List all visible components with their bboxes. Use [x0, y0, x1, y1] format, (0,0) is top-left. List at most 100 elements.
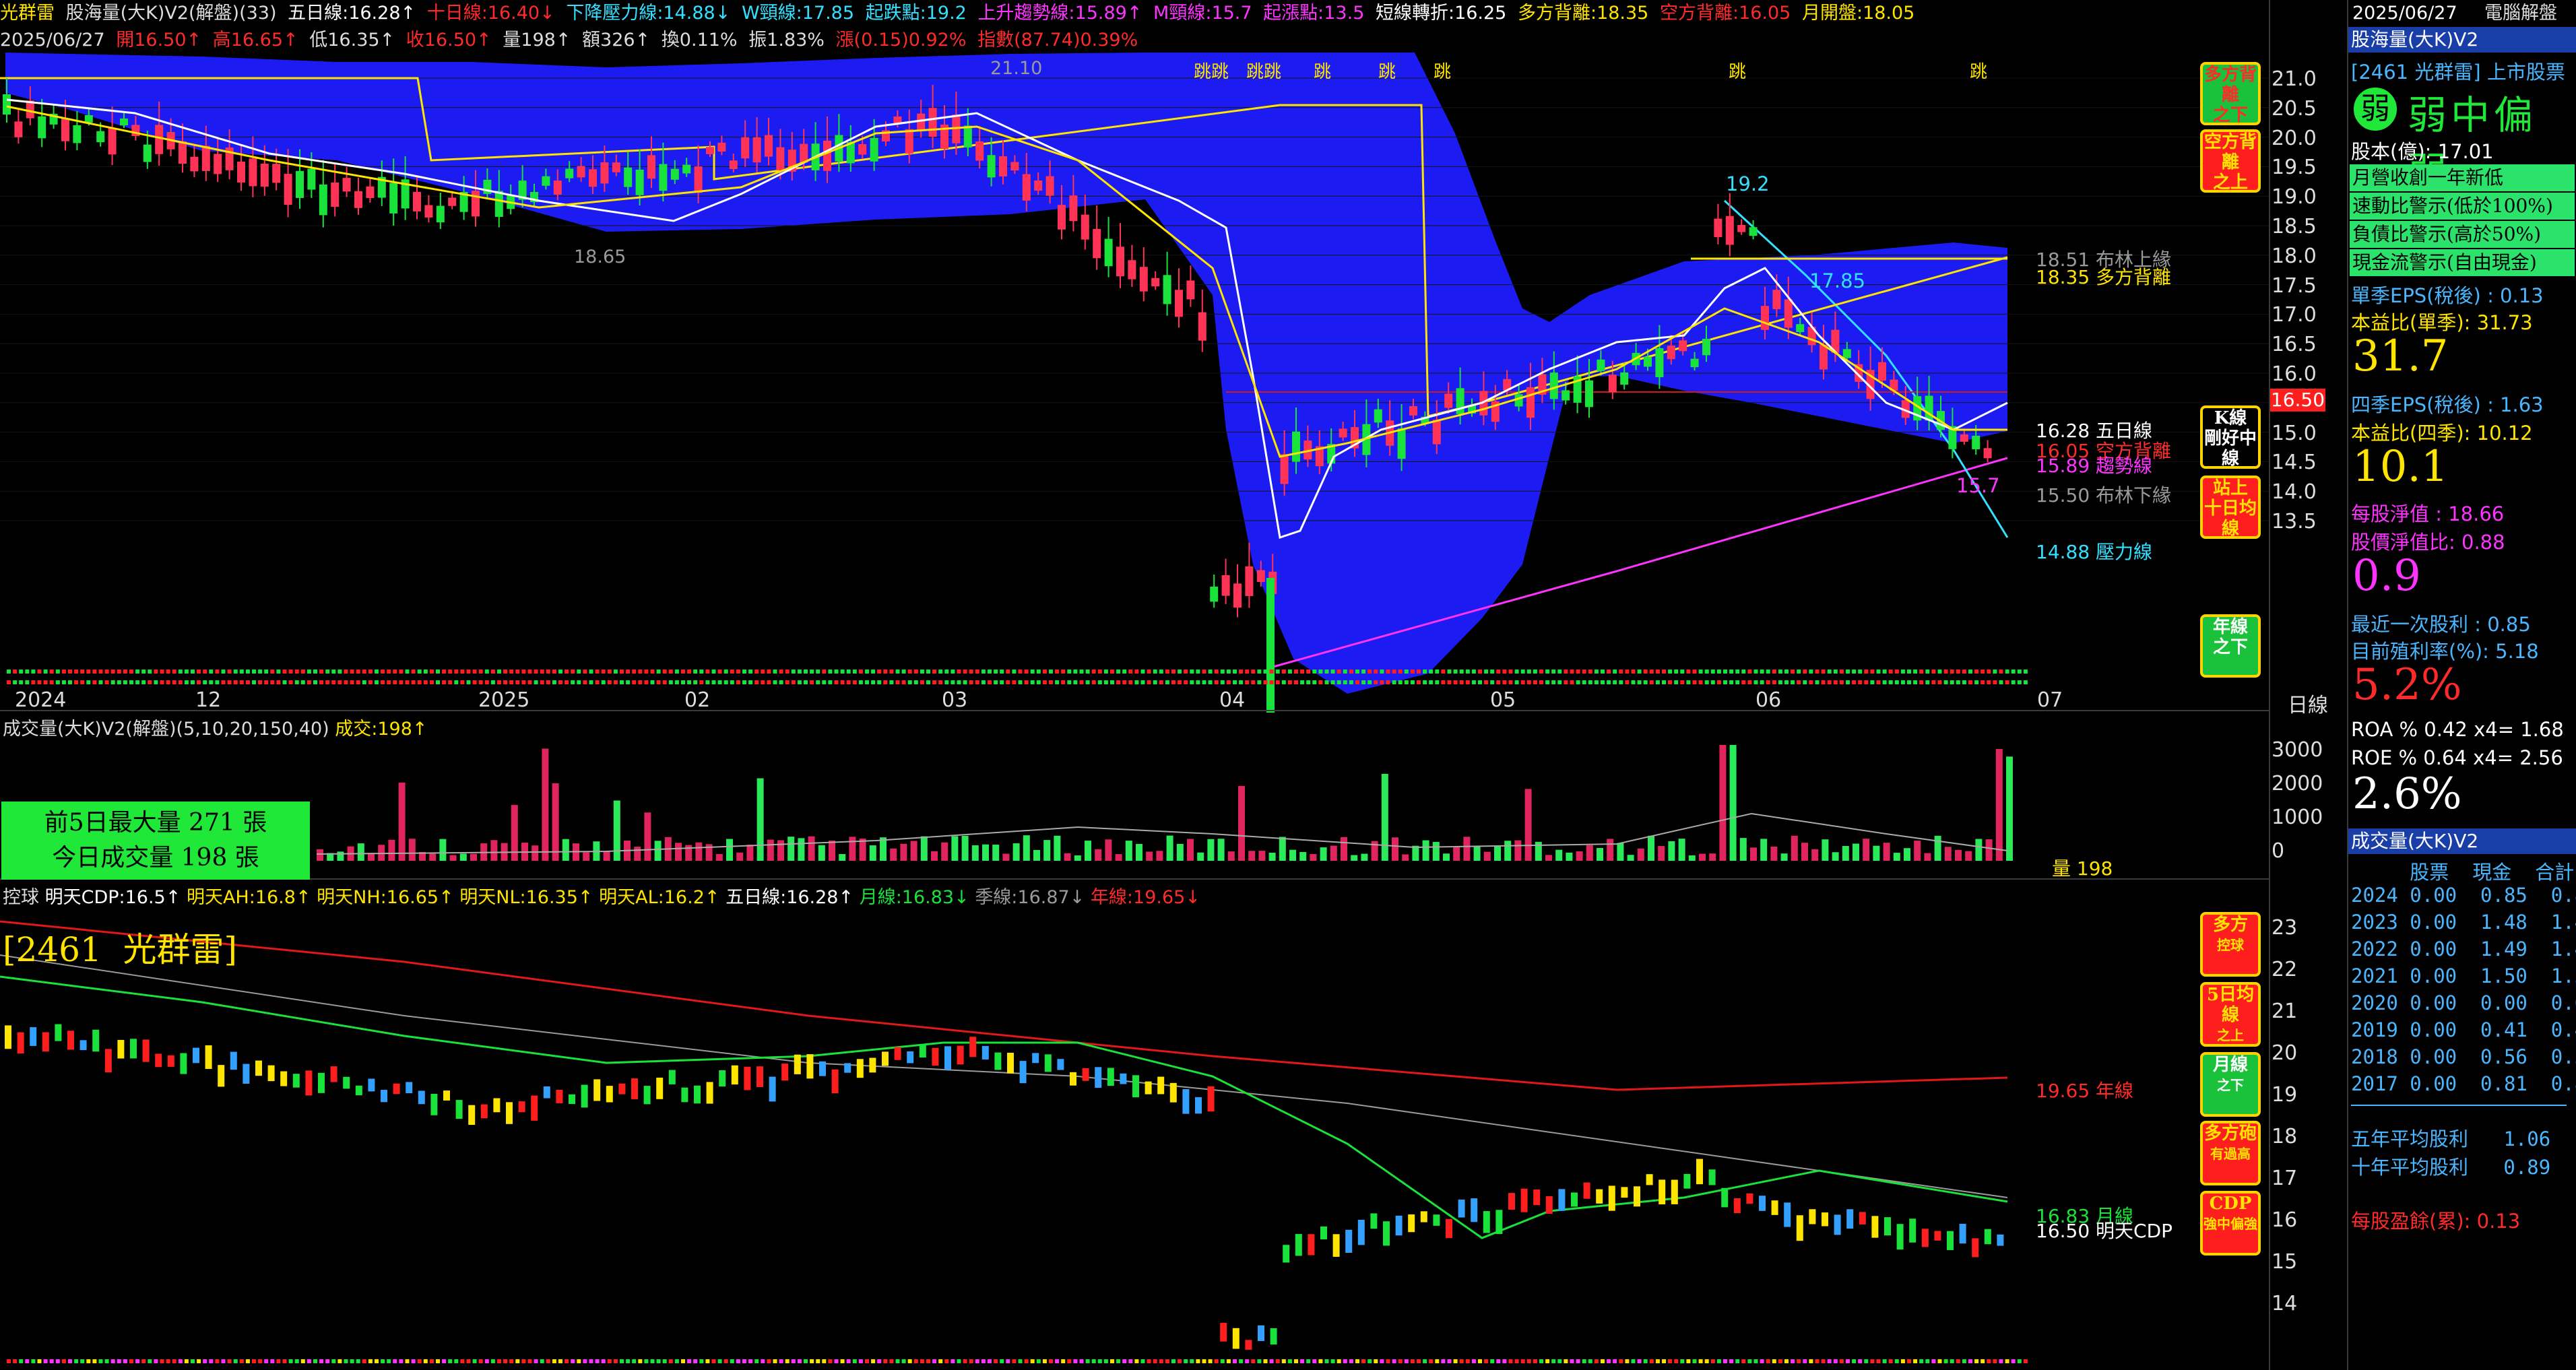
control-signal-dot: [589, 1359, 593, 1363]
control-signal-dot: [1478, 1359, 1482, 1363]
signal-dot: [37, 670, 42, 674]
signal-dot: [1208, 670, 1213, 674]
signal-dot: [1324, 680, 1329, 684]
control-candle: [267, 1065, 275, 1082]
yield-big: 5.2%: [2352, 660, 2462, 710]
control-signal-dot: [1766, 1359, 1770, 1363]
candle-body: [823, 140, 831, 171]
badge-line: K線: [2214, 408, 2247, 428]
candle-body: [1667, 346, 1675, 360]
signal-dot: [1374, 680, 1378, 684]
dividend-row: 2020 0.00 0.00 0.00: [2351, 991, 2576, 1014]
signal-dot: [484, 670, 489, 674]
signal-dot: [1097, 680, 1102, 684]
signal-dot: [1233, 680, 1237, 684]
candle-body: [1010, 162, 1019, 171]
volume-bar: [961, 835, 969, 861]
signal-dot: [411, 680, 416, 684]
volume-bar: [941, 842, 948, 861]
candle-body: [741, 137, 750, 159]
signal-dot: [503, 680, 508, 684]
control-signal-dot: [1122, 1359, 1127, 1363]
signal-dot: [1459, 670, 1464, 674]
signal-dot: [1564, 670, 1568, 674]
volume-bar: [869, 845, 876, 861]
signal-dot: [1380, 670, 1384, 674]
signal-dot: [393, 670, 397, 674]
candle-body: [1034, 180, 1043, 191]
control-signal-dot: [1465, 1359, 1470, 1363]
signal-dot: [1987, 670, 1991, 674]
volume-bar: [1156, 851, 1163, 861]
signal-dot: [1190, 680, 1194, 684]
signal-dot: [1557, 670, 1562, 674]
signal-dot: [736, 670, 740, 674]
control-signal-dot: [1809, 1359, 1813, 1363]
signal-dot: [509, 670, 514, 674]
signal-badge[interactable]: 站上 十日均線: [2200, 476, 2261, 539]
signal-badge[interactable]: 5日均線 之上: [2200, 982, 2261, 1047]
signal-dot: [687, 670, 692, 674]
signal-dot: [172, 670, 176, 674]
signal-badge[interactable]: 多方砲 有過高: [2200, 1121, 2261, 1185]
signal-dot: [2017, 680, 2022, 684]
control-candle: [406, 1082, 413, 1094]
control-candle: [155, 1053, 162, 1068]
signal-dot: [436, 680, 440, 684]
candle-body: [1714, 218, 1722, 237]
volume-bar: [787, 837, 795, 861]
candle-body: [553, 181, 562, 195]
volume-bar: [429, 853, 437, 861]
volume-bar: [1023, 835, 1030, 861]
ohlc-header: 2025/06/27 開16.50↑ 高16.65↑ 低16.35↑ 收16.5…: [0, 27, 1143, 54]
signal-dot: [2011, 670, 2016, 674]
badge-line: 多方: [2212, 915, 2248, 935]
control-signal-dot: [1900, 1359, 1905, 1363]
control-signal-dot: [938, 1359, 943, 1363]
control-candle: [130, 1039, 137, 1059]
signal-dot: [1662, 680, 1666, 684]
control-candle: [1596, 1189, 1603, 1204]
control-signal-dot: [1184, 1359, 1188, 1363]
control-candle: [393, 1083, 400, 1095]
signal-dot: [1852, 680, 1857, 684]
control-signal-dot: [1729, 1359, 1734, 1363]
control-signal-dot: [1974, 1359, 1979, 1363]
signal-dot: [1006, 670, 1010, 674]
control-signal-dot: [846, 1359, 851, 1363]
signal-dot: [810, 670, 814, 674]
signal-badge[interactable]: 多方 控球: [2200, 912, 2261, 977]
control-candle: [794, 1054, 801, 1074]
control-signal-dot: [773, 1359, 777, 1363]
control-candle: [1320, 1226, 1327, 1240]
signal-badge[interactable]: 月線 之下: [2200, 1052, 2261, 1117]
candle-body: [647, 155, 655, 179]
signal-dot: [1931, 670, 1936, 674]
signal-dot: [239, 680, 244, 684]
signal-badge[interactable]: 多方背離 之下: [2200, 62, 2261, 125]
x-unit-label[interactable]: 日線: [2288, 688, 2328, 718]
chart-canvas[interactable]: [0, 53, 2270, 1370]
control-candle: [1508, 1193, 1515, 1210]
control-signal-dot: [1153, 1359, 1157, 1363]
control-signal-dot: [1171, 1359, 1176, 1363]
signal-badge[interactable]: 年線 之下: [2200, 614, 2261, 678]
signal-dot: [117, 670, 121, 674]
signal-dot: [662, 680, 667, 684]
signal-dot: [325, 680, 330, 684]
candle-body: [284, 174, 292, 205]
signal-dot: [1196, 680, 1200, 684]
signal-badge[interactable]: CDP 強中偏強: [2200, 1191, 2261, 1255]
volume-bar: [1995, 748, 2003, 861]
signal-dot: [1465, 670, 1470, 674]
candle-body: [1772, 290, 1781, 310]
signal-dot: [883, 670, 888, 674]
signal-badge[interactable]: 空方背離 之上: [2200, 129, 2261, 193]
signal-badge[interactable]: K線 剛好中線: [2200, 405, 2261, 469]
control-signal-dot: [325, 1359, 330, 1363]
signal-dot: [49, 670, 54, 674]
signal-dot: [1006, 680, 1010, 684]
control-signal-dot: [1741, 1359, 1746, 1363]
signal-dot: [767, 680, 771, 684]
signal-dot: [160, 680, 164, 684]
